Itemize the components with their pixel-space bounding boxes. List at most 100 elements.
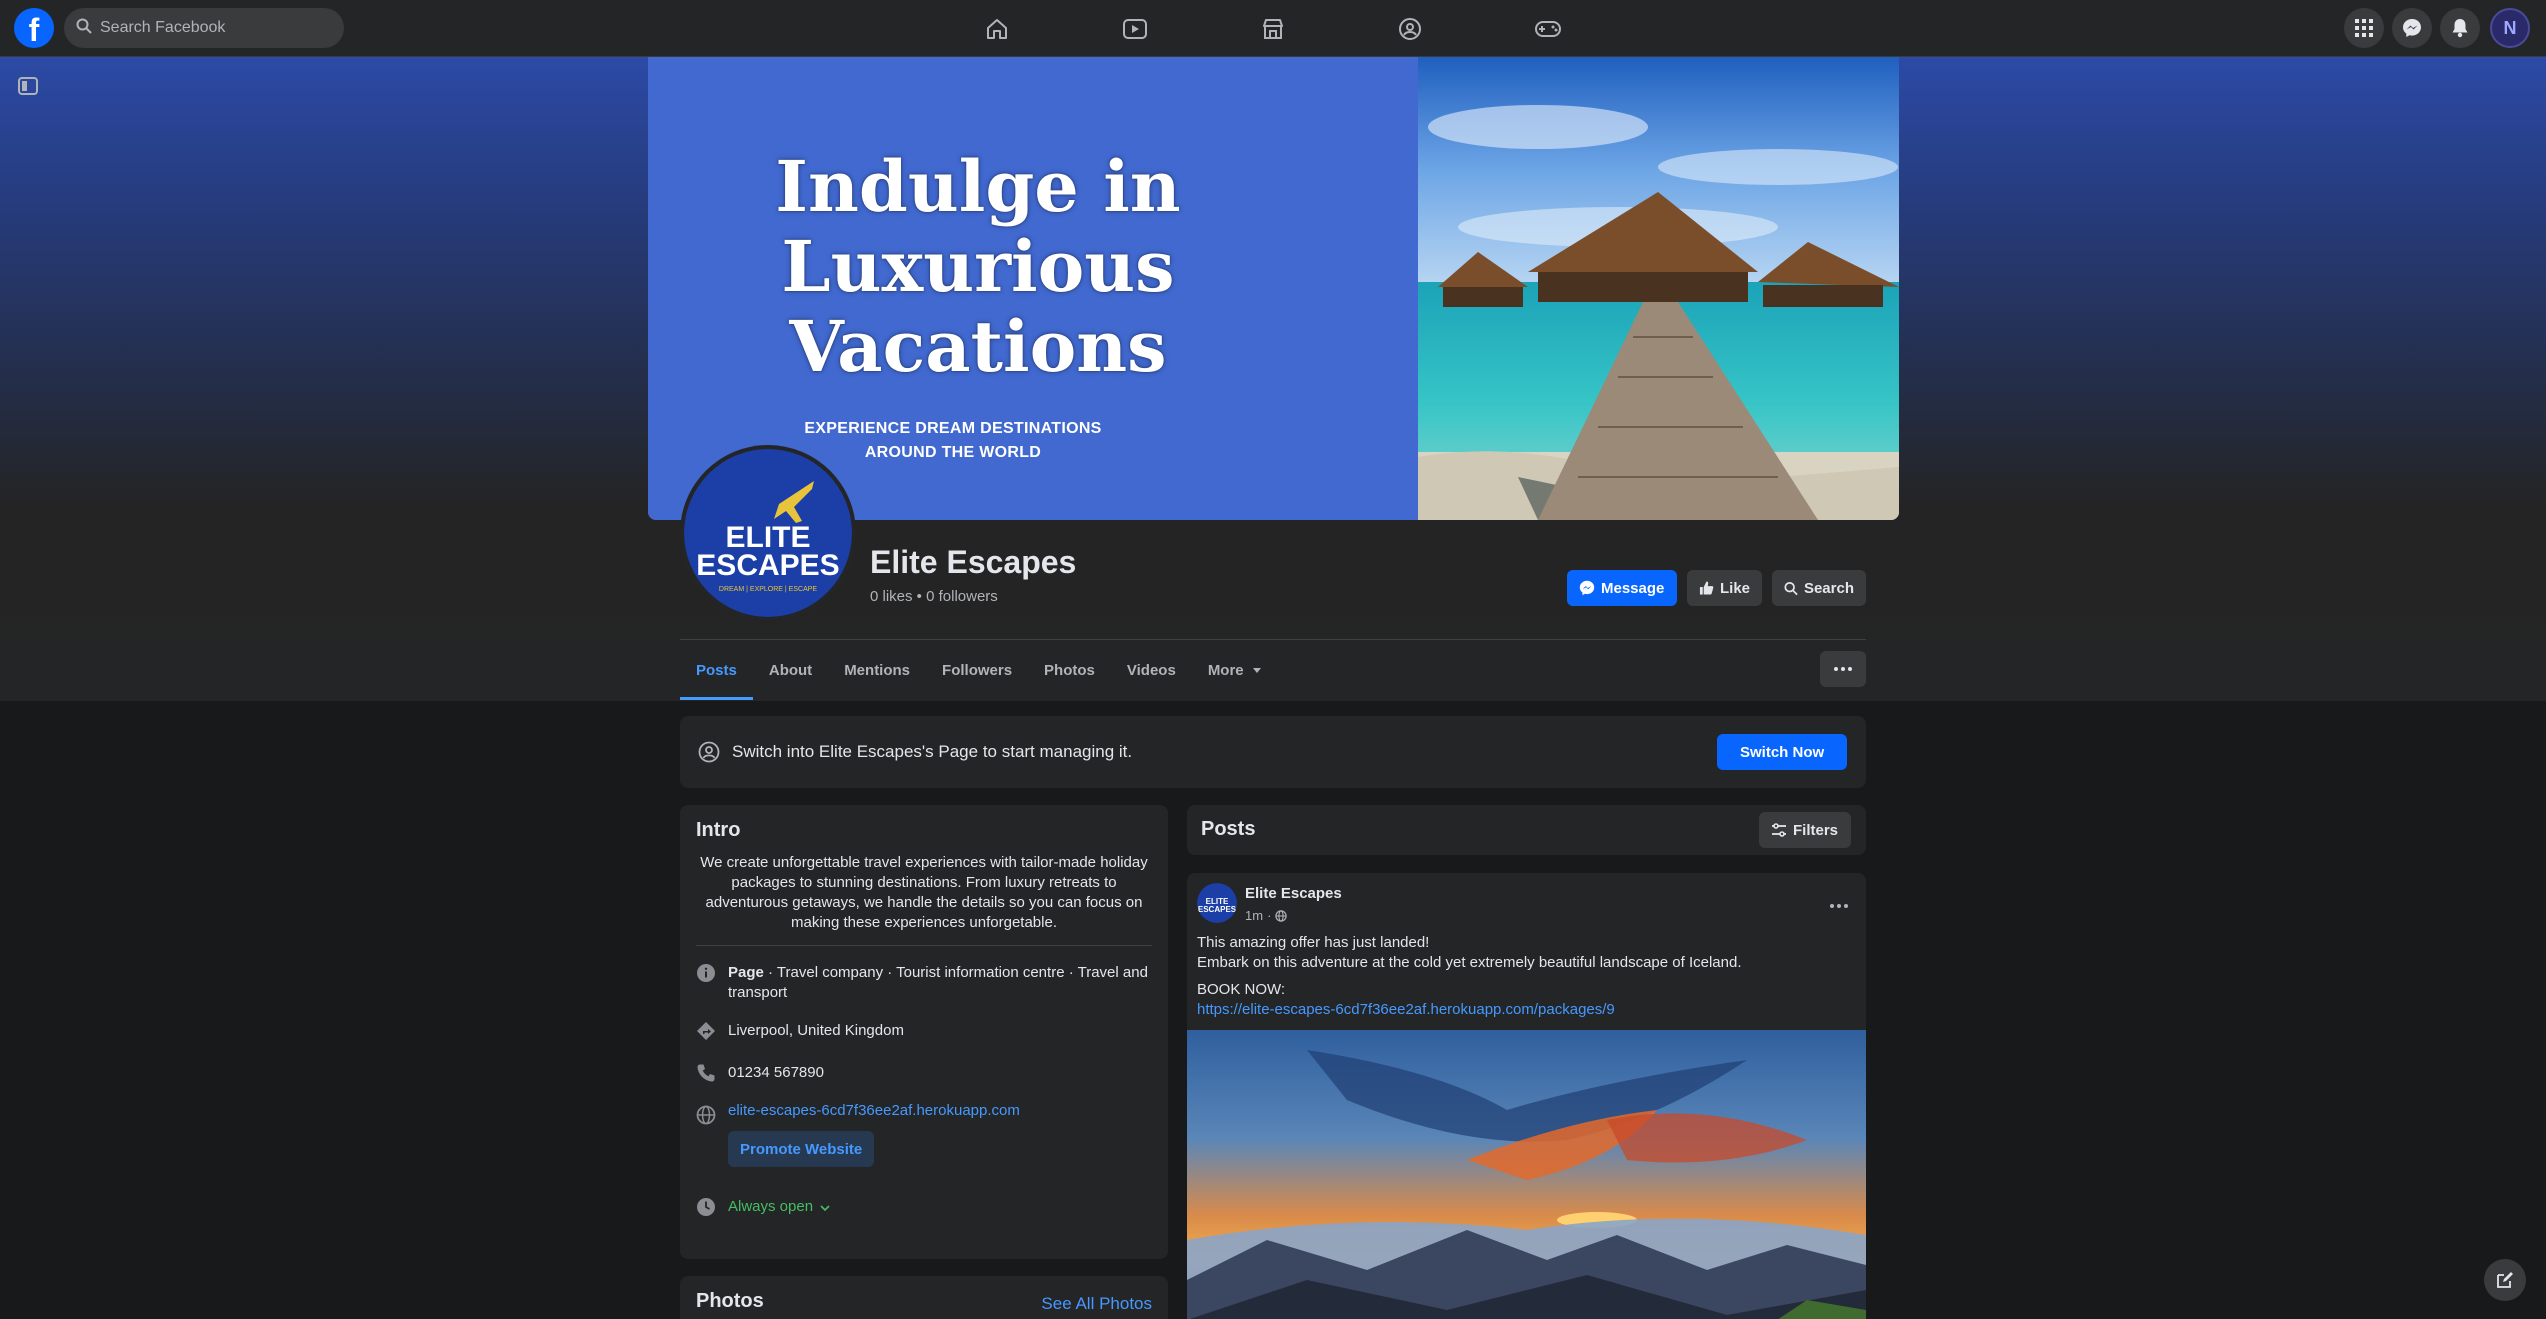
tab-label: About bbox=[768, 661, 813, 679]
see-all-photos-link[interactable]: See All Photos bbox=[1041, 1294, 1152, 1314]
intro-location: Liverpool, United Kingdom bbox=[696, 1021, 1152, 1041]
cover-subheading-line: EXPERIENCE DREAM DESTINATIONS bbox=[804, 420, 1102, 437]
like-button[interactable]: Like bbox=[1687, 570, 1762, 606]
switch-now-button[interactable]: Switch Now bbox=[1717, 734, 1848, 770]
page-search-button[interactable]: Search bbox=[1772, 570, 1866, 606]
tab-mentions[interactable]: Mentions bbox=[828, 640, 926, 700]
marketplace-nav-button[interactable] bbox=[1218, 8, 1328, 50]
menu-button[interactable] bbox=[2344, 8, 2384, 48]
messenger-icon bbox=[2403, 19, 2421, 37]
website-link[interactable]: elite-escapes-6cd7f36ee2af.herokuapp.com bbox=[728, 1101, 1020, 1121]
intro-phone: 01234 567890 bbox=[696, 1063, 1152, 1083]
posts-header-card: Posts Filters bbox=[1187, 805, 1866, 855]
tab-photos[interactable]: Photos bbox=[1028, 640, 1111, 700]
switch-banner-text: Switch into Elite Escapes's Page to star… bbox=[732, 742, 1133, 761]
logo-tagline: DREAM | EXPLORE | ESCAPE bbox=[719, 586, 817, 593]
posts-title: Posts bbox=[1201, 818, 1256, 840]
tab-label: Videos bbox=[1126, 661, 1176, 679]
home-icon bbox=[987, 19, 1007, 39]
profile-picture[interactable]: ELITE ESCAPES DREAM | EXPLORE | ESCAPE bbox=[680, 445, 856, 621]
more-dots-icon bbox=[1834, 667, 1852, 671]
caret-down-icon bbox=[1252, 668, 1261, 673]
page-tabs: Posts About Mentions Followers Photos Vi… bbox=[680, 640, 1280, 700]
post-author-avatar[interactable]: ELITE ESCAPES bbox=[1197, 883, 1237, 923]
post-meta: 1m · bbox=[1245, 908, 1288, 923]
post-author-name[interactable]: Elite Escapes bbox=[1245, 885, 1342, 902]
filters-icon bbox=[1772, 823, 1786, 837]
hours-text: Always open bbox=[728, 1198, 814, 1215]
globe-icon bbox=[1275, 909, 1288, 922]
search-bar[interactable] bbox=[64, 8, 344, 48]
cover-beach-photo bbox=[1418, 57, 1899, 520]
search-icon bbox=[1784, 581, 1798, 595]
gaming-nav-button[interactable] bbox=[1493, 8, 1603, 50]
menu-grid-icon bbox=[2355, 19, 2373, 37]
home-nav-button[interactable] bbox=[942, 8, 1052, 50]
messenger-button[interactable] bbox=[2392, 8, 2432, 48]
intro-hours[interactable]: Always open bbox=[696, 1197, 1152, 1217]
tab-posts[interactable]: Posts bbox=[680, 640, 753, 700]
cover-headline-line: Indulge in bbox=[775, 145, 1181, 228]
phone-text: 01234 567890 bbox=[728, 1064, 824, 1081]
post-text-line: This amazing offer has just landed! bbox=[1197, 934, 1430, 951]
phone-icon bbox=[697, 1064, 715, 1082]
notifications-icon bbox=[2452, 19, 2468, 38]
filters-label: Filters bbox=[1793, 821, 1839, 839]
promote-label: Promote Website bbox=[740, 1140, 863, 1158]
tab-label: Posts bbox=[696, 661, 737, 679]
gaming-icon bbox=[1535, 21, 1561, 37]
separator-dot: · bbox=[1267, 908, 1272, 923]
avatar-initial: N bbox=[2503, 17, 2517, 38]
intro-category: Page · Travel company · Tourist informat… bbox=[696, 963, 1152, 1003]
chevron-down-icon bbox=[820, 1205, 830, 1212]
message-button[interactable]: Message bbox=[1567, 570, 1677, 606]
cover-headline-line: Vacations bbox=[789, 305, 1167, 388]
globe-icon bbox=[696, 1105, 716, 1125]
post-options-button[interactable] bbox=[1830, 895, 1848, 913]
post-image-sunset-mountains[interactable] bbox=[1187, 1030, 1866, 1319]
sidebar-toggle-button[interactable] bbox=[16, 74, 40, 98]
post-text-line: Embark on this adventure at the cold yet… bbox=[1197, 954, 1742, 971]
cover-photo[interactable]: Indulge in Luxurious Vacations EXPERIENC… bbox=[648, 57, 1899, 520]
elite-escapes-logo: ELITE ESCAPES DREAM | EXPLORE | ESCAPE bbox=[684, 449, 852, 617]
message-button-label: Message bbox=[1601, 579, 1665, 597]
like-button-label: Like bbox=[1719, 579, 1750, 597]
post-text-line: BOOK NOW: bbox=[1197, 981, 1286, 998]
logo-line-escapes: ESCAPES bbox=[696, 549, 839, 582]
tab-videos[interactable]: Videos bbox=[1111, 640, 1192, 700]
video-nav-button[interactable] bbox=[1080, 8, 1190, 50]
groups-icon bbox=[1399, 18, 1421, 40]
tab-followers[interactable]: Followers bbox=[926, 640, 1028, 700]
tab-label: Followers bbox=[942, 661, 1013, 679]
promote-website-button[interactable]: Promote Website bbox=[728, 1131, 875, 1167]
search-input[interactable] bbox=[100, 19, 320, 37]
intro-title: Intro bbox=[696, 819, 741, 841]
marketplace-icon bbox=[1263, 19, 1283, 39]
intro-bio: We create unforgettable travel experienc… bbox=[700, 854, 1148, 931]
new-message-button[interactable] bbox=[2484, 1259, 2526, 1301]
groups-nav-button[interactable] bbox=[1355, 8, 1465, 50]
photos-title: Photos bbox=[696, 1290, 764, 1312]
filters-button[interactable]: Filters bbox=[1759, 812, 1851, 848]
page-options-button[interactable] bbox=[1820, 651, 1866, 687]
directions-icon bbox=[697, 1022, 715, 1040]
thumbs-up-icon bbox=[1699, 581, 1714, 595]
tab-label: Mentions bbox=[844, 661, 911, 679]
more-dots-icon bbox=[1830, 904, 1848, 908]
account-avatar[interactable]: N bbox=[2490, 8, 2530, 48]
tab-label: Photos bbox=[1044, 661, 1095, 679]
notifications-button[interactable] bbox=[2440, 8, 2480, 48]
clock-icon bbox=[697, 1198, 715, 1216]
intro-divider bbox=[696, 945, 1152, 946]
search-icon bbox=[76, 18, 92, 39]
tab-more[interactable]: More bbox=[1192, 640, 1280, 700]
location-text: Liverpool, United Kingdom bbox=[728, 1022, 904, 1039]
facebook-logo[interactable]: f bbox=[14, 8, 54, 48]
avatar-logo-line: ESCAPES bbox=[1198, 905, 1237, 914]
post-timestamp[interactable]: 1m bbox=[1245, 908, 1263, 923]
cover-headline-line: Luxurious bbox=[781, 225, 1175, 308]
post-link[interactable]: https://elite-escapes-6cd7f36ee2af.herok… bbox=[1197, 1000, 1741, 1020]
sidebar-toggle-icon bbox=[18, 77, 38, 95]
tab-about[interactable]: About bbox=[753, 640, 828, 700]
top-navigation-bar: f N bbox=[0, 0, 2546, 57]
